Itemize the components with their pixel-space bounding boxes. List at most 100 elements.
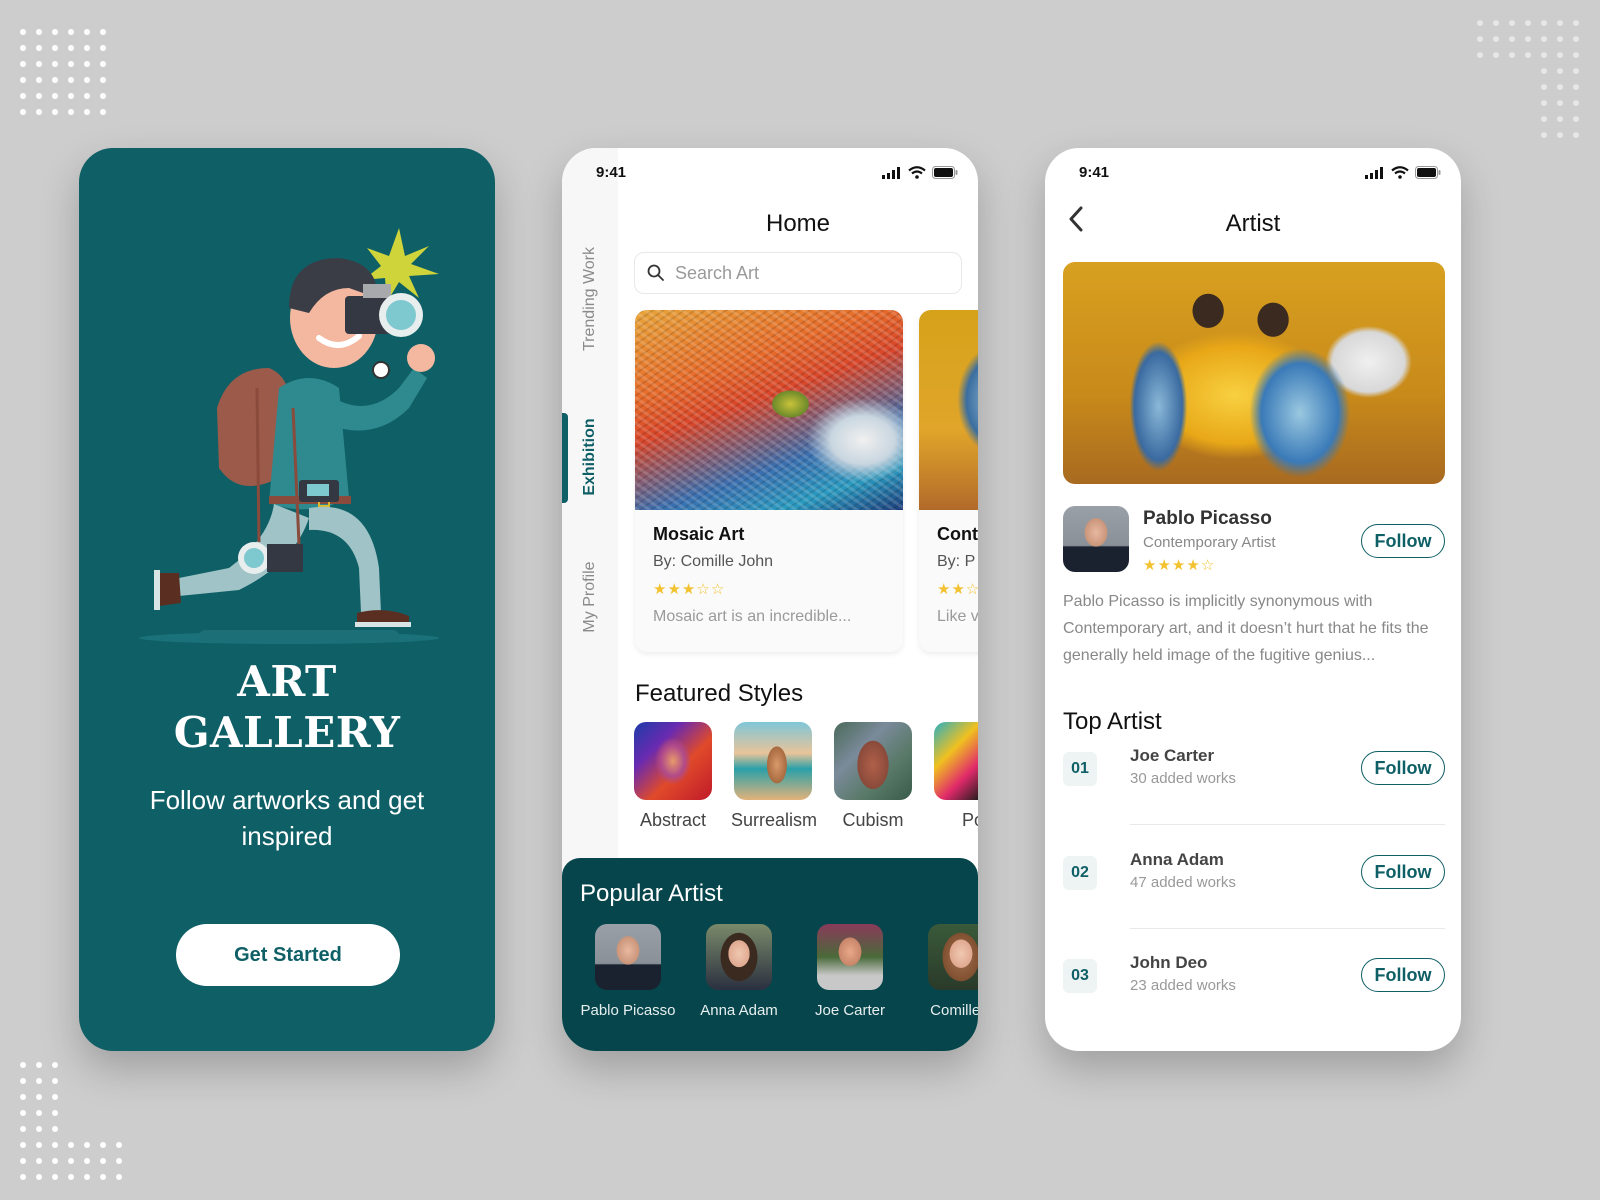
decorative-dot xyxy=(100,1174,106,1180)
follow-button[interactable]: Follow xyxy=(1361,855,1445,889)
decorative-dot xyxy=(1573,52,1579,58)
decorative-dot xyxy=(1541,20,1547,26)
style-cubism[interactable]: Cubism xyxy=(831,722,915,831)
decorative-dot xyxy=(100,77,106,83)
artwork-artist: By: P xyxy=(937,553,976,570)
decorative-dot xyxy=(1493,52,1499,58)
decorative-dot xyxy=(1477,20,1483,26)
top-artist-works: 23 added works xyxy=(1130,977,1236,994)
battery-icon xyxy=(1415,166,1441,179)
decorative-dot xyxy=(68,77,74,83)
decorative-dot xyxy=(68,1142,74,1148)
signal-icon xyxy=(882,166,900,179)
artist-avatar xyxy=(1063,506,1129,572)
artist-name: Comille J xyxy=(930,1002,978,1019)
star-empty-icon: ☆ xyxy=(710,581,726,598)
decorative-dot xyxy=(20,1158,26,1164)
decorative-dot xyxy=(84,29,90,35)
style-surrealism[interactable]: Surrealism xyxy=(731,722,817,831)
top-artist-name: Joe Carter xyxy=(1130,746,1215,765)
featured-styles-title: Featured Styles xyxy=(635,680,804,707)
decorative-dot xyxy=(20,109,26,115)
decorative-dot xyxy=(36,93,42,99)
divider xyxy=(1130,928,1445,929)
decorative-dot xyxy=(52,77,58,83)
decorative-dot xyxy=(1573,84,1579,90)
tab-my-profile[interactable]: My Profile xyxy=(581,553,599,641)
status-time: 9:41 xyxy=(1079,164,1110,181)
artwork-card[interactable]: Mosaic Art By: Comille John ★★★☆☆ Mosaic… xyxy=(635,310,903,652)
search-input[interactable] xyxy=(675,262,935,284)
decorative-dot xyxy=(68,61,74,67)
decorative-dot xyxy=(84,61,90,67)
tab-trending-work[interactable]: Trending Work xyxy=(581,243,599,355)
follow-button[interactable]: Follow xyxy=(1361,524,1445,558)
tab-exhibition[interactable]: Exhibition xyxy=(581,412,599,502)
artwork-artist: By: Comille John xyxy=(653,553,774,570)
decorative-dot xyxy=(52,1142,58,1148)
decorative-dot xyxy=(84,1158,90,1164)
decorative-dot xyxy=(1525,20,1531,26)
decorative-dot xyxy=(1573,36,1579,42)
style-thumbnail xyxy=(734,722,812,800)
popular-artist[interactable]: Pablo Picasso xyxy=(573,924,683,1019)
popular-artist[interactable]: Joe Carter xyxy=(795,924,905,1019)
search-bar[interactable] xyxy=(634,252,962,294)
decorative-dot xyxy=(36,1174,42,1180)
top-artist-title: Top Artist xyxy=(1063,708,1162,735)
decorative-dot xyxy=(1541,132,1547,138)
popular-artist[interactable]: Anna Adam xyxy=(684,924,794,1019)
decorative-dot xyxy=(36,1110,42,1116)
decorative-dot xyxy=(1541,100,1547,106)
decorative-dot xyxy=(1509,36,1515,42)
top-artist-name: Anna Adam xyxy=(1130,850,1224,869)
artwork-description: Like v xyxy=(937,608,978,625)
decorative-dot xyxy=(100,61,106,67)
decorative-dot xyxy=(100,45,106,51)
decorative-dot xyxy=(20,1142,26,1148)
decorative-dot xyxy=(20,61,26,67)
style-abstract[interactable]: Abstract xyxy=(631,722,715,831)
rank-badge: 01 xyxy=(1063,752,1097,786)
page-title: Artist xyxy=(1225,210,1281,237)
decorative-dot xyxy=(1573,100,1579,106)
decorative-dot xyxy=(100,1158,106,1164)
popular-artist[interactable]: Comille J xyxy=(906,924,978,1019)
decorative-dot xyxy=(36,1158,42,1164)
decorative-dot xyxy=(36,1062,42,1068)
decorative-dot xyxy=(1573,20,1579,26)
follow-button[interactable]: Follow xyxy=(1361,751,1445,785)
decorative-dot xyxy=(116,1142,122,1148)
artist-name: Pablo Picasso xyxy=(1143,508,1272,529)
style-pop-art[interactable]: Po xyxy=(931,722,978,831)
decorative-dot xyxy=(52,1174,58,1180)
status-bar: 9:41 xyxy=(562,162,978,186)
decorative-dot xyxy=(1557,68,1563,74)
get-started-button[interactable]: Get Started xyxy=(176,924,400,986)
top-artist-row: 01 Joe Carter 30 added works Follow xyxy=(1063,746,1445,806)
status-bar: 9:41 xyxy=(1045,162,1461,186)
star-filled-icon: ★ xyxy=(1171,557,1187,574)
decorative-dot xyxy=(68,109,74,115)
artwork-card[interactable]: Cont By: P ★★☆☆☆ Like v xyxy=(919,310,978,652)
artist-name: Joe Carter xyxy=(814,1002,886,1019)
artist-name: Anna Adam xyxy=(700,1002,778,1019)
top-artist-name: John Deo xyxy=(1130,953,1208,972)
decorative-dot xyxy=(20,1094,26,1100)
style-label: Abstract xyxy=(639,810,707,830)
decorative-dot xyxy=(1477,52,1483,58)
decorative-dot xyxy=(84,1174,90,1180)
follow-button[interactable]: Follow xyxy=(1361,958,1445,992)
star-filled-icon: ★ xyxy=(1186,557,1201,574)
style-thumbnail xyxy=(934,722,978,800)
artwork-name: Cont xyxy=(937,524,978,544)
home-screen: Trending Work Exhibition My Profile 9:41… xyxy=(562,148,978,1051)
decorative-dot xyxy=(36,29,42,35)
artist-avatar xyxy=(817,924,883,990)
app-subtitle: Follow artworks and get inspired xyxy=(149,785,425,851)
decorative-dot xyxy=(1573,116,1579,122)
rank-badge: 03 xyxy=(1063,959,1097,993)
decorative-dot xyxy=(1477,36,1483,42)
artwork-hero-image xyxy=(1063,262,1445,484)
decorative-dot xyxy=(1573,68,1579,74)
